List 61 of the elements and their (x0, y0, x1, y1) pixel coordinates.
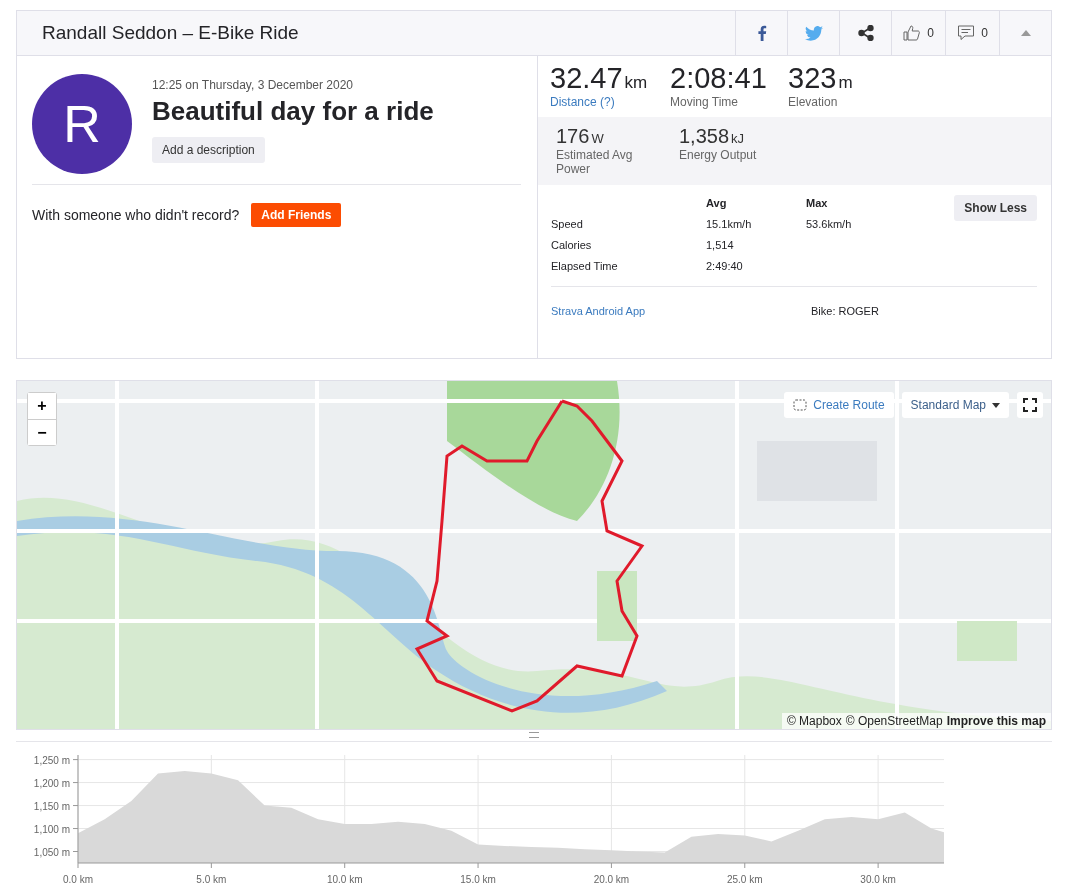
row-label: Speed (551, 217, 584, 232)
x-tick-label: 10.0 km (326, 874, 363, 885)
stat-value: 176W (556, 125, 605, 148)
x-tick-label: 0.0 km (63, 874, 93, 885)
route-icon (793, 399, 808, 411)
kudos-count: 0 (927, 26, 934, 40)
y-tick-label: 1,050 m (33, 846, 70, 858)
fullscreen-button[interactable] (1017, 392, 1043, 418)
stat-label: Moving Time (670, 95, 740, 109)
table-cell-text: 15.1km/h (706, 217, 753, 232)
comment-button[interactable]: 0 (945, 11, 999, 55)
table-cell-text: 53.6km/h (806, 217, 853, 232)
bike-label: Bike: ROGER (811, 305, 879, 317)
y-tick-label: 1,150 m (33, 800, 70, 812)
y-tick-label: 1,100 m (33, 823, 70, 835)
device-link[interactable]: Strava Android App (551, 305, 811, 317)
comment-count: 0 (981, 26, 988, 40)
zoom-out-button[interactable]: − (28, 419, 56, 445)
x-tick-label: 30.0 km (860, 874, 896, 885)
show-less-button[interactable]: Show Less (954, 195, 1037, 221)
stat-label-link[interactable]: Distance (?) (550, 95, 670, 109)
table-cell-text: 2:49:40 (706, 259, 744, 274)
stat-value: 323 m (788, 62, 854, 95)
stat-label: Energy Output (679, 148, 758, 162)
stat-label: Estimated Avg Power (556, 148, 634, 176)
row-label: Elapsed Time (551, 259, 619, 274)
stat-value: 2:08:41 (670, 62, 768, 95)
table-cell-text: 1,514 (706, 238, 735, 253)
attribution-link[interactable]: © OpenStreetMap (845, 714, 943, 728)
facebook-icon (756, 25, 767, 41)
stat-value: 1,358 kJ (679, 125, 746, 148)
stat-value: 32.47km (550, 62, 649, 95)
x-tick-label: 20.0 km (593, 874, 630, 885)
activity-name: Beautiful day for a ride (152, 96, 434, 127)
resize-handle[interactable] (529, 732, 539, 738)
map-style-dropdown[interactable]: Standard Map (901, 392, 1009, 418)
column-header: Max (806, 196, 829, 211)
friends-prompt: With someone who didn't record? (32, 207, 240, 223)
improve-map-link[interactable]: Improve this map (946, 714, 1046, 728)
x-tick-label: 25.0 km (727, 874, 763, 885)
caret-down-icon (992, 402, 1000, 408)
thumbs-up-icon (903, 24, 922, 42)
x-tick-label: 15.0 km (460, 874, 496, 885)
avatar: R (32, 74, 132, 174)
comment-icon (957, 24, 976, 42)
add-description-button[interactable]: Add a description (152, 137, 265, 163)
row-label: Calories (551, 238, 593, 253)
stat-label: Elevation (788, 95, 839, 109)
fullscreen-icon (1023, 398, 1037, 412)
y-tick-label: 1,200 m (33, 777, 70, 789)
column-header: Avg (706, 196, 728, 211)
y-tick-label: 1,250 m (33, 754, 70, 766)
create-route-button[interactable]: Create Route (784, 392, 894, 418)
activity-title: Randall Seddon – E-Bike Ride (41, 22, 300, 44)
x-tick-label: 5.0 km (196, 874, 227, 885)
share-icon (857, 25, 874, 41)
caret-up-icon (1020, 30, 1031, 36)
activity-date: 12:25 on Thursday, 3 December 2020 (152, 78, 355, 92)
twitter-icon (804, 25, 823, 41)
kudos-button[interactable]: 0 (891, 11, 945, 55)
attribution-link[interactable]: © Mapbox (786, 714, 842, 728)
